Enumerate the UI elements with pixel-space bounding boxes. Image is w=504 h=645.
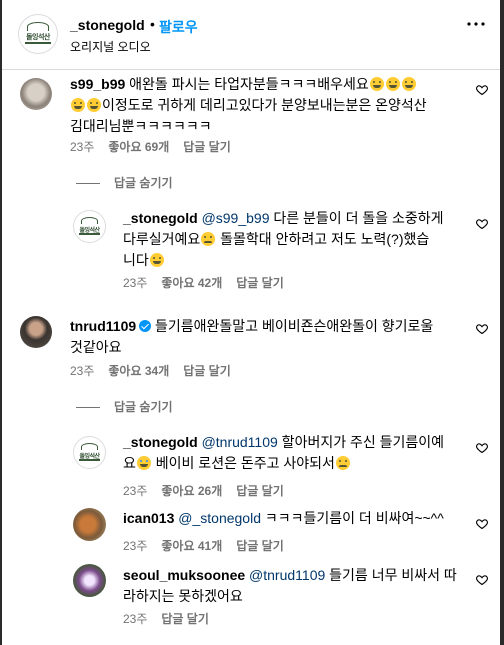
hide-replies-label: 답글 숨기기: [114, 400, 173, 414]
laughing-emoji-icon: [149, 253, 164, 267]
comment-likes[interactable]: 좋아요 26개: [161, 484, 222, 498]
comment-time[interactable]: 23주: [123, 484, 147, 498]
comment-meta: 23주 좋아요 41개 답글 달기: [123, 537, 298, 554]
commenter-avatar[interactable]: [20, 316, 52, 348]
laughing-emoji-icon: [401, 77, 416, 91]
mention-link[interactable]: @tnrud1109: [249, 567, 325, 583]
comment-time[interactable]: 23주: [123, 539, 147, 553]
comment-text: seoul_muksoonee @tnrud1109 들기름 너무 비싸서 따 …: [123, 565, 468, 607]
divider-bar: [76, 183, 100, 185]
comment-username[interactable]: tnrud1109: [70, 318, 136, 334]
account-username[interactable]: _stonegold: [70, 17, 145, 33]
window-frame-right: [500, 0, 504, 645]
comment-body: 다른 분들이 더 돌을 소중하게: [269, 210, 444, 226]
comment-body-line2: 라하지는 못하겠어요: [123, 588, 243, 604]
comment-time[interactable]: 23주: [70, 364, 94, 378]
comment-body: 할아버지가 주신 들기름이예: [277, 434, 445, 450]
comment-time[interactable]: 23주: [123, 276, 147, 290]
comment-body: 애완돌 파시는 타업자분들ㅋㅋㅋ배우세요: [129, 76, 369, 92]
commenter-avatar[interactable]: 돌잉석산: [73, 436, 106, 469]
comment-username[interactable]: s99_b99: [70, 76, 125, 92]
like-heart-icon[interactable]: [476, 442, 488, 454]
laughing-emoji-icon: [87, 98, 101, 112]
laughing-emoji-icon: [71, 98, 85, 112]
comment-likes[interactable]: 좋아요 34개: [108, 364, 169, 378]
comment-likes[interactable]: 좋아요 42개: [161, 276, 222, 290]
mention-link[interactable]: @tnrud1109: [202, 434, 278, 450]
like-heart-icon[interactable]: [476, 218, 488, 230]
commenter-avatar[interactable]: [73, 508, 106, 541]
laughing-emoji-icon: [385, 77, 400, 91]
verified-badge-icon: [139, 320, 152, 332]
comment-body-line3: 베이비 로션은 돈주고 사야되서: [151, 455, 335, 471]
comment-meta: 23주 좋아요 26개 답글 달기: [123, 482, 298, 499]
divider-bar: [76, 407, 100, 409]
reply-button[interactable]: 답글 달기: [236, 539, 284, 553]
comment-username[interactable]: _stonegold: [123, 434, 198, 450]
comment-body: 들기름애완돌말고 베이비죤슨애완돌이 향기로울: [151, 318, 434, 334]
reply-button[interactable]: 답글 달기: [236, 276, 284, 290]
follow-button[interactable]: 팔로우: [159, 17, 198, 37]
comment-text: _stonegold @s99_b99 다른 분들이 더 돌을 소중하게 다루실…: [123, 208, 468, 271]
like-heart-icon[interactable]: [476, 84, 488, 96]
sad-emoji-icon: [335, 456, 350, 470]
commenter-avatar[interactable]: [73, 564, 106, 597]
audio-label[interactable]: 오리지널 오디오: [70, 38, 151, 55]
comment-body-line4: 니다: [123, 252, 149, 268]
post-header: 돌잉석산 _stonegold • 팔로우 오리지널 오디오: [2, 0, 500, 70]
comment-body-line2: 다루실거예요: [123, 231, 201, 247]
comment-body-line3: 김대리님뿐ㅋㅋㅋㅋㅋㅋ: [70, 118, 212, 134]
comment-body-line2: 것같아요: [70, 339, 122, 355]
hide-replies-label: 답글 숨기기: [114, 176, 173, 190]
comment-meta: 23주 좋아요 69개 답글 달기: [70, 138, 245, 155]
comment-body-line2: 이정도로 귀하게 데리고있다가 분양보내는분은 온양석산: [102, 97, 427, 113]
comment-username[interactable]: ican013: [123, 510, 174, 526]
window-frame-left: [0, 0, 2, 645]
hide-replies-toggle[interactable]: 답글 숨기기: [76, 174, 173, 191]
comment-username[interactable]: seoul_muksoonee: [123, 567, 245, 583]
comment-text: _stonegold @tnrud1109 할아버지가 주신 들기름이예 요 베…: [123, 432, 468, 474]
separator-dot: •: [150, 16, 155, 32]
comment-meta: 23주 답글 달기: [123, 610, 223, 627]
comment-likes[interactable]: 좋아요 69개: [108, 140, 169, 154]
comment-text: s99_b99 애완돌 파시는 타업자분들ㅋㅋㅋ배우세요 이정도로 귀하게 데리…: [70, 74, 465, 137]
logo-text: 돌잉석산: [26, 33, 50, 41]
comment-body: 들기름 너무 비싸서 따: [325, 567, 457, 583]
like-heart-icon[interactable]: [476, 323, 488, 335]
crying-emoji-icon: [136, 456, 151, 470]
comment-body-line2: 요: [123, 455, 136, 471]
comment-text: tnrud1109 들기름애완돌말고 베이비죤슨애완돌이 향기로울 것같아요: [70, 316, 470, 358]
comment-meta: 23주 좋아요 42개 답글 달기: [123, 274, 298, 291]
comment-time[interactable]: 23주: [70, 140, 94, 154]
comment-meta: 23주 좋아요 34개 답글 달기: [70, 362, 245, 379]
like-heart-icon[interactable]: [476, 518, 488, 530]
reply-button[interactable]: 답글 달기: [183, 364, 231, 378]
mention-link[interactable]: @s99_b99: [202, 210, 270, 226]
more-options-icon[interactable]: [467, 22, 485, 26]
sad-emoji-icon: [201, 232, 216, 246]
comment-body-line3: 돌몰학대 안하려고 저도 노력(?)했습: [216, 231, 430, 247]
commenter-avatar[interactable]: 돌잉석산: [73, 210, 106, 243]
comment-body: ㅋㅋㅋ들기름이 더 비싸여~~^^: [260, 510, 444, 526]
reply-button[interactable]: 답글 달기: [236, 484, 284, 498]
comment-username[interactable]: _stonegold: [123, 210, 198, 226]
laughing-emoji-icon: [369, 77, 384, 91]
account-avatar[interactable]: 돌잉석산: [18, 14, 58, 54]
commenter-avatar[interactable]: [20, 78, 52, 110]
comment-time[interactable]: 23주: [123, 612, 147, 626]
like-heart-icon[interactable]: [476, 574, 488, 586]
reply-button[interactable]: 답글 달기: [161, 612, 209, 626]
hide-replies-toggle[interactable]: 답글 숨기기: [76, 398, 173, 415]
reply-button[interactable]: 답글 달기: [183, 140, 231, 154]
comment-text: ican013 @_stonegold ㅋㅋㅋ들기름이 더 비싸여~~^^: [123, 508, 473, 529]
comment-likes[interactable]: 좋아요 41개: [161, 539, 222, 553]
mention-link[interactable]: @_stonegold: [178, 510, 261, 526]
